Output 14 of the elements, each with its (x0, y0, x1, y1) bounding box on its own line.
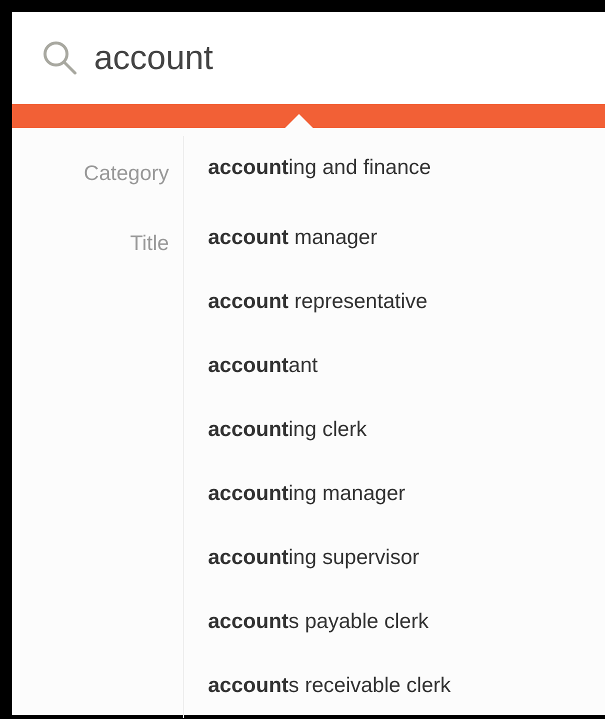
suggestion-item[interactable]: accounting manager (208, 462, 451, 526)
pointer-notch-icon (285, 114, 313, 128)
suggestion-item[interactable]: accountant (208, 334, 451, 398)
group-label: Title (130, 231, 169, 257)
suggestion-item[interactable]: accounting supervisor (208, 526, 451, 590)
suggestion-item[interactable]: accounting and finance (208, 136, 431, 200)
suggestion-item[interactable]: account manager (208, 206, 451, 270)
group-label: Category (84, 161, 169, 187)
suggestion-item[interactable]: accounts receivable clerk (208, 654, 451, 718)
search-input[interactable]: account (94, 32, 575, 84)
suggestion-item[interactable]: accounting clerk (208, 398, 451, 462)
suggestion-item[interactable]: account representative (208, 270, 451, 334)
search-icon (42, 40, 78, 76)
suggestion-item[interactable]: accounts payable clerk (208, 590, 451, 654)
